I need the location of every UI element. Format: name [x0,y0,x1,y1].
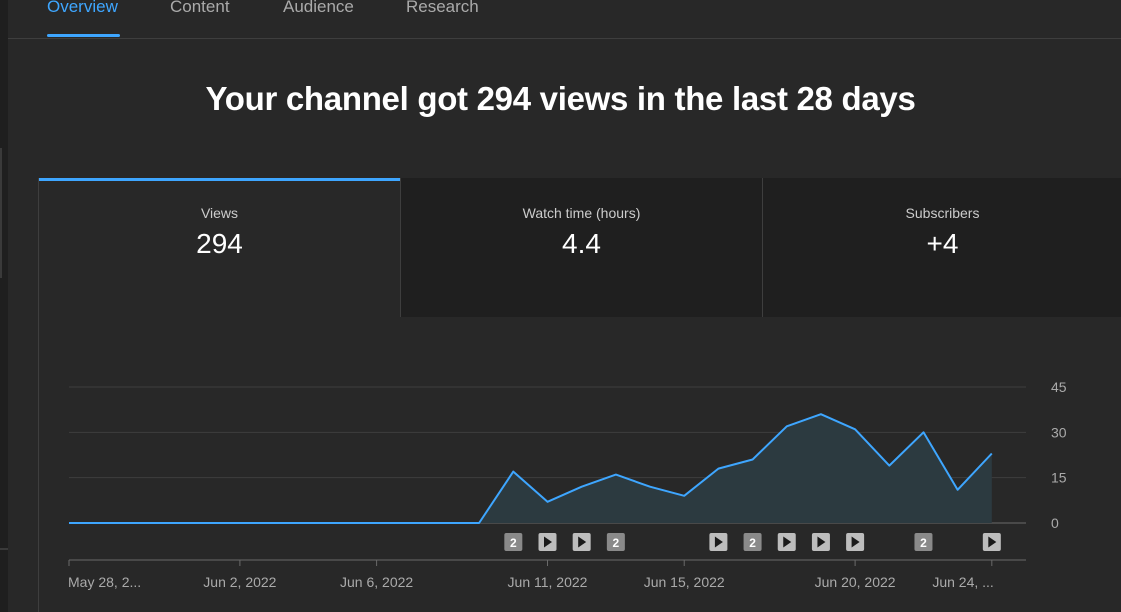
video-upload-marker[interactable] [982,533,1001,551]
x-tick-label: Jun 2, 2022 [203,574,276,590]
series-area [69,414,992,523]
tab-research[interactable]: Research [406,0,479,17]
metric-label: Watch time (hours) [522,205,641,221]
analytics-tabs: Overview Content Audience Research [8,0,1121,39]
upload-count-marker[interactable]: 2 [504,533,523,551]
active-tab-indicator [47,34,120,37]
metric-card-views[interactable]: Views 294 [38,178,400,317]
marker-count: 2 [510,536,517,550]
video-upload-marker[interactable] [538,533,557,551]
upload-count-marker[interactable]: 2 [606,533,625,551]
x-tick-label: May 28, 2... [68,574,141,590]
y-tick-label: 15 [1051,470,1067,486]
page-headline: Your channel got 294 views in the last 2… [205,80,916,117]
metric-value: 4.4 [562,228,601,259]
tab-overview[interactable]: Overview [47,0,118,17]
y-tick-label: 0 [1051,515,1059,531]
y-tick-label: 30 [1051,424,1067,440]
tab-audience[interactable]: Audience [283,0,354,17]
x-tick-label: Jun 20, 2022 [815,574,896,590]
x-tick-label: Jun 11, 2022 [508,574,588,590]
video-upload-marker[interactable] [811,533,830,551]
views-chart-panel: 45 30 15 0 May 28, 2... Jun 2, 2022 Jun 6, 202… [38,317,1121,612]
marker-count: 2 [613,536,620,550]
y-tick-label: 45 [1051,379,1067,395]
metric-label: Subscribers [905,205,980,221]
x-tick-label: Jun 6, 2022 [340,574,413,590]
metric-value: +4 [926,228,959,259]
metric-card-subscribers[interactable]: Subscribers +4 [762,178,1121,317]
video-upload-marker[interactable] [846,533,865,551]
selected-metric-indicator [39,178,400,181]
upload-count-marker[interactable]: 2 [914,533,933,551]
tab-content[interactable]: Content [170,0,230,17]
video-upload-marker[interactable] [572,533,591,551]
marker-count: 2 [920,536,927,550]
rail-divider [0,548,8,550]
rail-divider [0,148,2,278]
video-upload-marker[interactable] [709,533,728,551]
metric-cards: Views 294 Watch time (hours) 4.4 Subscri… [38,178,1121,317]
metric-card-watch-time[interactable]: Watch time (hours) 4.4 [400,178,762,317]
metric-value: 294 [196,228,243,259]
x-tick-label: Jun 24, ... [932,574,993,590]
metric-label: Views [200,205,239,221]
views-line-chart: 45 30 15 0 May 28, 2... Jun 2, 2022 Jun 6, 202… [68,379,1067,590]
upload-count-marker[interactable]: 2 [743,533,762,551]
marker-count: 2 [749,536,756,550]
x-tick-label: Jun 15, 2022 [644,574,725,590]
video-upload-marker[interactable] [777,533,796,551]
